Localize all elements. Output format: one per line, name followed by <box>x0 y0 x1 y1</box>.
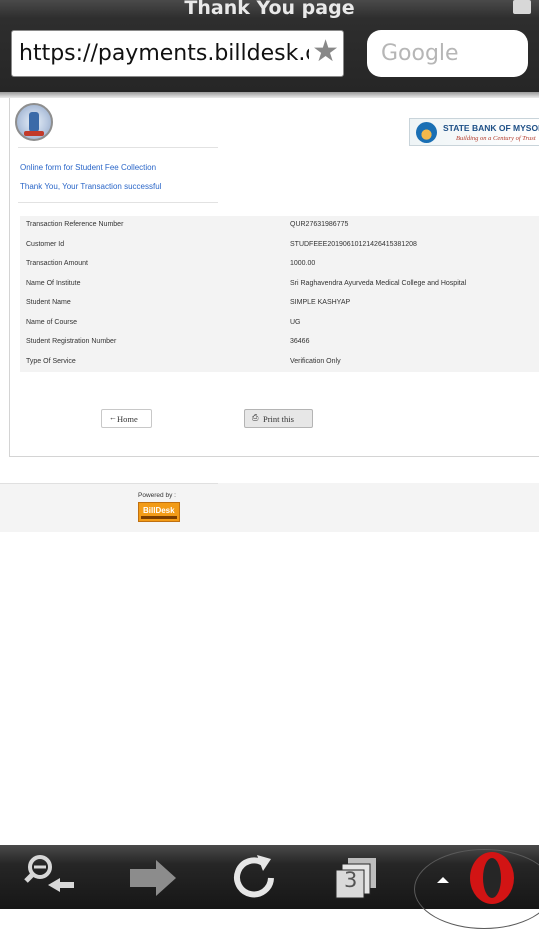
print-button[interactable]: ⎙ Print this <box>244 409 313 428</box>
divider <box>18 147 218 148</box>
reload-button[interactable] <box>215 845 295 909</box>
table-row: Transaction Amount 1000.00 <box>20 255 539 274</box>
search-input[interactable]: Google <box>367 30 528 77</box>
table-row: Name Of Institute Sri Raghavendra Ayurve… <box>20 275 539 294</box>
arrow-left-icon: ← <box>109 413 117 422</box>
row-value: UG <box>290 318 301 326</box>
forward-button[interactable] <box>112 845 192 909</box>
page-footer <box>0 483 539 532</box>
row-label: Student Registration Number <box>26 338 117 345</box>
window-title: Thank You page <box>184 0 355 19</box>
form-title: Online form for Student Fee Collection <box>20 163 157 172</box>
row-value: 36466 <box>290 338 310 345</box>
address-bar[interactable]: https://payments.billdesk.c ★ <box>11 30 344 77</box>
table-row: Name of Course UG <box>20 314 539 333</box>
divider <box>0 483 218 484</box>
row-label: Name of Course <box>26 318 77 326</box>
row-label: Student Name <box>26 299 71 306</box>
table-row: Transaction Reference Number QUR27631986… <box>20 216 539 235</box>
row-value: SIMPLE KASHYAP <box>290 299 351 306</box>
tab-count: 3 <box>344 868 358 892</box>
row-value: Sri Raghavendra Ayurveda Medical College… <box>290 279 467 287</box>
forward-arrow-icon <box>130 860 176 896</box>
table-row: Student Registration Number 36466 <box>20 333 539 352</box>
opera-logo-icon <box>437 852 514 904</box>
sbm-emblem-icon <box>416 122 437 143</box>
powered-by-label: Powered by : <box>138 492 176 499</box>
lock-icon <box>513 0 531 14</box>
row-label: Transaction Reference Number <box>26 221 124 228</box>
home-button[interactable]: ← Home <box>101 409 152 428</box>
row-label: Transaction Amount <box>26 260 88 267</box>
opera-menu-button[interactable] <box>412 845 539 929</box>
printer-icon: ⎙ <box>252 413 259 422</box>
tabs-icon <box>335 858 376 899</box>
billdesk-logo: BillDesk <box>138 502 180 522</box>
browser-bottom-toolbar: 3 <box>0 845 539 929</box>
billdesk-logo-text: BillDesk <box>143 506 175 515</box>
browser-top-bar: Thank You page https://payments.billdesk… <box>0 0 539 92</box>
zoom-out-button[interactable] <box>10 845 90 909</box>
row-label: Name Of Institute <box>26 279 81 287</box>
row-value: Verification Only <box>290 357 341 365</box>
row-value: STUDFEEE20190610121426415381208 <box>290 240 417 248</box>
row-label: Customer Id <box>26 240 65 248</box>
page-content: STATE BANK OF MYSORE Building on a Centu… <box>9 98 539 457</box>
home-button-label: Home <box>117 414 138 424</box>
institute-emblem-logo <box>15 103 53 141</box>
row-value: 1000.00 <box>290 260 316 267</box>
bank-name: STATE BANK OF MYSORE <box>443 123 539 133</box>
table-row: Student Name SIMPLE KASHYAP <box>20 294 539 313</box>
search-placeholder: Google <box>381 41 459 66</box>
zoom-out-icon <box>24 855 74 892</box>
success-message: Thank You, Your Transaction successful <box>20 182 162 191</box>
bookmark-star-icon[interactable]: ★ <box>312 37 339 67</box>
tabs-button[interactable]: 3 <box>318 845 398 909</box>
bank-tagline: Building on a Century of Trust <box>456 135 536 142</box>
table-row: Type Of Service Verification Only <box>20 353 539 372</box>
reload-icon <box>234 855 274 898</box>
print-button-label: Print this <box>263 414 294 424</box>
row-label: Type Of Service <box>26 357 76 365</box>
url-text[interactable]: https://payments.billdesk.c <box>19 41 309 66</box>
state-bank-of-mysore-logo: STATE BANK OF MYSORE Building on a Centu… <box>409 118 539 146</box>
divider <box>18 202 218 203</box>
table-row: Customer Id STUDFEEE20190610121426415381… <box>20 236 539 255</box>
transaction-details-table: Transaction Reference Number QUR27631986… <box>20 216 539 372</box>
row-value: QUR27631986775 <box>290 221 349 228</box>
